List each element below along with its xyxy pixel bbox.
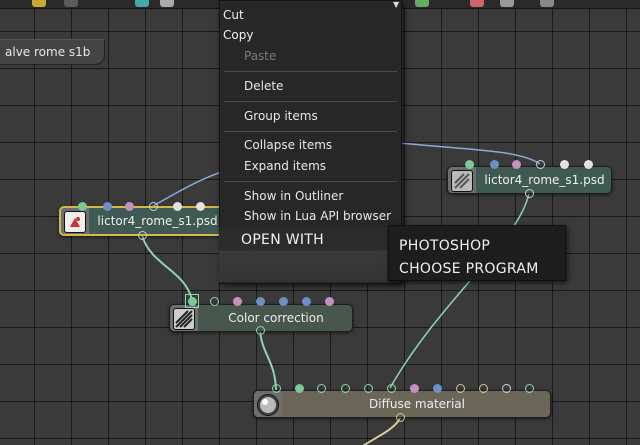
color-correction-icon [173,308,195,330]
input-port[interactable] [210,297,219,306]
output-port[interactable] [396,413,405,422]
input-port[interactable] [387,384,396,393]
menu-item-group-items[interactable]: Group items [244,109,318,124]
output-port[interactable] [256,326,265,335]
color-correction-label: Color correction [228,311,324,325]
menu-item-collapse-items[interactable]: Collapse items [244,138,332,153]
menu-separator [224,181,397,182]
input-port[interactable] [256,297,265,306]
image-file-icon [64,211,86,233]
input-port[interactable] [456,384,465,393]
submenu-item-choose-program[interactable]: CHOOSE PROGRAM [399,261,539,277]
menu-item-delete[interactable]: Delete [244,79,283,94]
input-port[interactable] [317,384,326,393]
menu-item-paste: Paste [244,49,277,63]
wire [141,234,193,301]
input-port[interactable] [490,160,499,169]
menu-separator [224,71,397,72]
input-port[interactable] [584,160,593,169]
image-file-icon [451,170,473,192]
input-port[interactable] [233,297,242,306]
input-port[interactable] [364,384,373,393]
output-port[interactable] [138,231,147,240]
menu-item-show-in-lua-api-browser[interactable]: Show in Lua API browser [244,209,391,224]
menu-item-show-in-outliner[interactable]: Show in Outliner [244,189,343,204]
menu-item-cut[interactable]: Cut [223,8,244,23]
material-sphere-icon [257,394,279,416]
psd-node-left-label: lictor4_rome_s1.psd [97,214,218,228]
wire [389,192,530,389]
menu-item-open-with[interactable]: OPEN WITH [219,228,387,282]
wire [362,417,401,445]
input-port[interactable] [302,297,311,306]
menu-item-expand-items[interactable]: Expand items [244,159,326,174]
open-with-submenu: PHOTOSHOP CHOOSE PROGRAM [388,225,566,281]
menu-separator [224,101,397,102]
diffuse-material-label: Diffuse material [369,397,465,411]
input-port[interactable] [433,384,442,393]
menu-item-copy[interactable]: Copy [223,28,253,43]
psd-node-right-label: lictor4_rome_s1.psd [484,173,605,187]
submenu-item-photoshop[interactable]: PHOTOSHOP [399,238,490,254]
menu-scroll-arrow-icon[interactable]: ▼ [393,0,401,9]
input-port[interactable] [465,160,474,169]
input-port[interactable] [188,297,197,306]
input-port[interactable] [149,202,158,211]
input-port[interactable] [502,384,511,393]
input-port[interactable] [560,160,569,169]
input-port[interactable] [325,297,334,306]
input-port[interactable] [479,384,488,393]
input-port[interactable] [410,384,419,393]
input-port[interactable] [295,384,304,393]
input-port[interactable] [341,384,350,393]
output-port[interactable] [525,189,534,198]
input-port[interactable] [103,202,112,211]
wire [259,329,277,391]
input-port[interactable] [125,202,134,211]
input-port[interactable] [536,160,545,169]
input-port[interactable] [173,202,182,211]
input-port[interactable] [512,160,521,169]
input-port[interactable] [196,202,205,211]
open-with-label: OPEN WITH [241,232,324,248]
input-port[interactable] [525,384,534,393]
input-port[interactable] [78,202,87,211]
input-port[interactable] [272,384,281,393]
menu-separator [224,131,397,132]
input-port[interactable] [279,297,288,306]
